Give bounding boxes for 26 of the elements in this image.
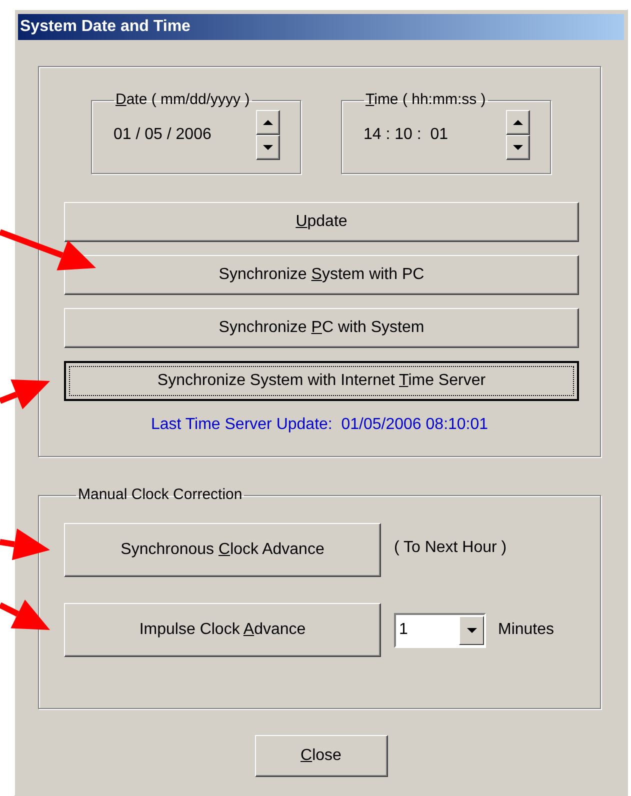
down-arrow-icon bbox=[466, 628, 476, 632]
down-arrow-icon bbox=[512, 145, 522, 150]
dropdown[interactable]: 1 bbox=[394, 612, 486, 648]
last-update-text: Last Time Server Update: 01/05/2006 08:10:01 bbox=[150, 416, 490, 434]
button[interactable]: Synchronize System with PC bbox=[64, 255, 579, 295]
spin-down-button[interactable] bbox=[256, 135, 280, 160]
button[interactable]: Impulse Clock Advance bbox=[64, 603, 381, 657]
spin-up-button[interactable] bbox=[256, 110, 280, 135]
spin-up-button[interactable] bbox=[506, 110, 530, 135]
down-arrow-icon bbox=[262, 145, 272, 150]
hint-text: ( To Next Hour ) bbox=[394, 538, 507, 556]
spin-down-button[interactable] bbox=[506, 135, 530, 160]
group-title: Manual Clock Correction bbox=[77, 487, 244, 503]
date-label: Date ( mm/dd/yyyy ) bbox=[114, 92, 251, 108]
time-label: Time ( hh:mm:ss ) bbox=[364, 92, 487, 108]
button[interactable]: Close bbox=[254, 735, 388, 777]
window-title: System Date and Time bbox=[20, 18, 190, 36]
unit-label: Minutes bbox=[498, 621, 554, 639]
button[interactable]: Synchronous Clock Advance bbox=[64, 523, 381, 577]
up-arrow-icon bbox=[262, 120, 272, 125]
button[interactable]: Update bbox=[64, 202, 579, 242]
button[interactable]: Synchronize System with Internet Time Server bbox=[64, 361, 579, 401]
time-value: 14 : 10 : 01 bbox=[364, 126, 448, 144]
up-arrow-icon bbox=[512, 120, 522, 125]
button[interactable]: Synchronize PC with System bbox=[64, 308, 579, 348]
date-value: 01 / 05 / 2006 bbox=[114, 126, 212, 144]
